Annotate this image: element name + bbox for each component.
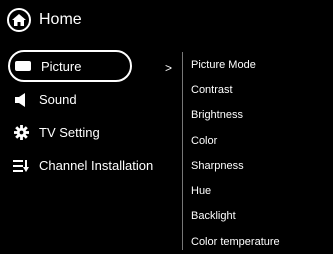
menu-item-channel-installation[interactable]: Channel Installation: [8, 149, 173, 182]
submenu-item-picture-mode[interactable]: Picture Mode: [191, 52, 329, 77]
picture-submenu: Picture Mode Contrast Brightness Color S…: [191, 52, 329, 254]
channel-list-icon: [13, 159, 29, 173]
menu-item-sound[interactable]: Sound: [8, 83, 173, 116]
submenu-item-sharpness[interactable]: Sharpness: [191, 153, 329, 178]
gear-icon: [13, 125, 29, 140]
submenu-item-backlight[interactable]: Backlight: [191, 204, 329, 229]
submenu-item-hue[interactable]: Hue: [191, 178, 329, 203]
menu-item-label: Picture: [41, 58, 82, 74]
page-title: Home: [39, 11, 82, 28]
submenu-item-color-temperature[interactable]: Color temperature: [191, 229, 329, 254]
speaker-icon: [13, 92, 29, 107]
menu-item-label: TV Setting: [39, 125, 100, 140]
menu-item-label: Channel Installation: [39, 158, 154, 173]
picture-icon: [15, 59, 31, 73]
submenu-item-contrast[interactable]: Contrast: [191, 77, 329, 102]
main-menu: Picture Sound TV Setting Channel Install…: [8, 50, 173, 182]
menu-item-tv-setting[interactable]: TV Setting: [8, 116, 173, 149]
menu-item-label: Sound: [39, 92, 77, 107]
submenu-item-color[interactable]: Color: [191, 128, 329, 153]
menu-item-picture[interactable]: Picture: [8, 50, 132, 82]
submenu-item-brightness[interactable]: Brightness: [191, 103, 329, 128]
submenu-arrow: >: [165, 61, 173, 75]
home-icon[interactable]: [7, 8, 31, 32]
header: Home: [7, 7, 82, 33]
divider: [182, 52, 183, 250]
